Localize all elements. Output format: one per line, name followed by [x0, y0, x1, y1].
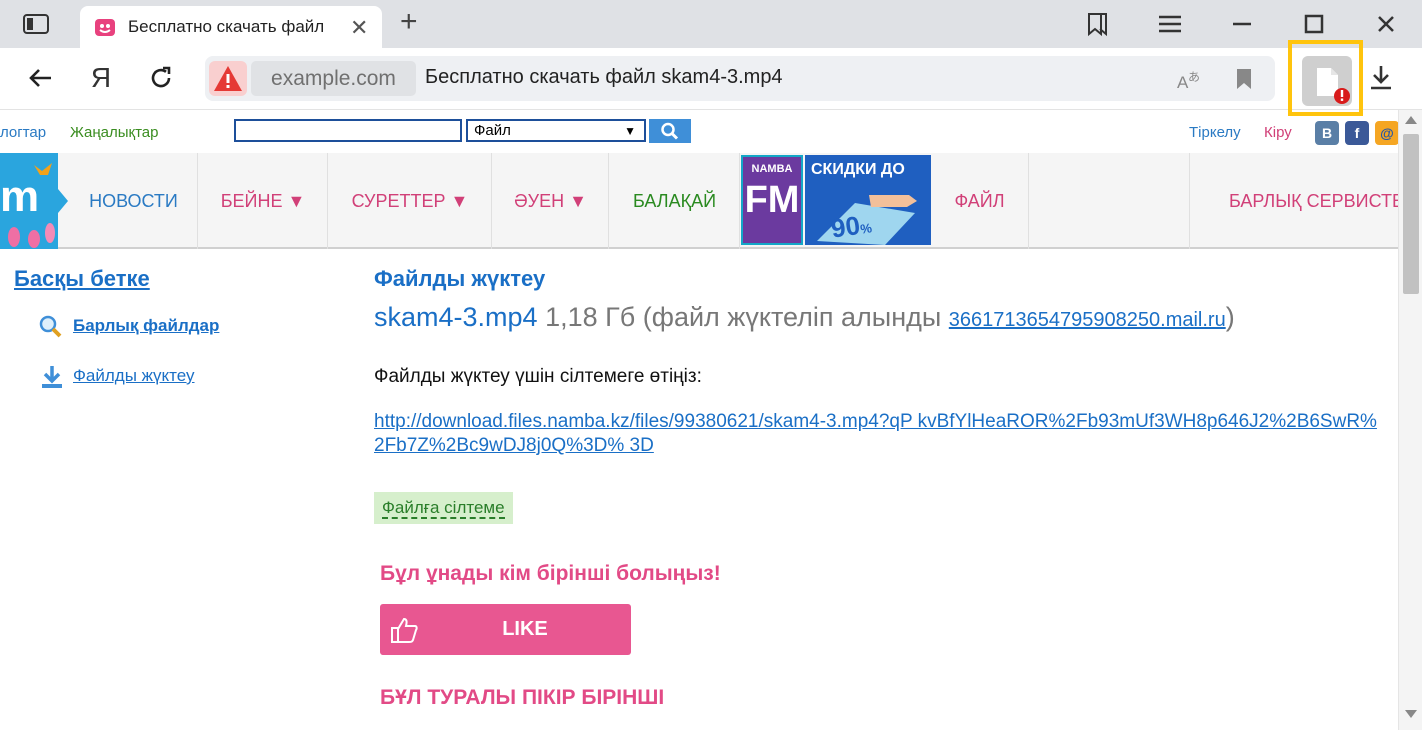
file-info-line: skam4-3.mp4 1,18 Гб (файл жүктеліп алынд…: [374, 302, 1235, 333]
bookmarks-icon[interactable]: [1084, 10, 1112, 38]
upload-file-link[interactable]: Файлды жүктеу: [73, 366, 195, 386]
site-favicon-icon: [94, 16, 116, 38]
svg-text:あ: あ: [1188, 70, 1200, 84]
all-files-link[interactable]: Барлық файлдар: [73, 316, 219, 336]
namba-fm-banner[interactable]: NAMBA FM: [741, 155, 803, 245]
fm-banner-big: FM: [744, 179, 800, 221]
minimize-icon[interactable]: [1228, 10, 1256, 38]
nav-spacer: [1030, 153, 1190, 249]
file-reference-button[interactable]: Файлға сілтеме: [374, 492, 513, 524]
fm-banner-top: NAMBA: [751, 163, 793, 175]
file-size: 1,18 Гб: [545, 302, 636, 332]
upload-heading: Файлды жүктеу: [374, 266, 546, 291]
site-search-button[interactable]: [649, 119, 691, 143]
nav-music[interactable]: ӘУЕН ▼: [493, 153, 609, 249]
tab-close-icon[interactable]: ✕: [350, 15, 368, 41]
new-tab-button[interactable]: +: [400, 7, 418, 37]
discount-banner-title: СКИДКИ ДО: [811, 161, 905, 178]
close-window-icon[interactable]: [1372, 10, 1400, 38]
downloads-icon[interactable]: [1366, 62, 1396, 92]
facebook-icon[interactable]: f: [1345, 121, 1369, 145]
discount-banner[interactable]: СКИДКИ ДО 90%: [805, 155, 931, 245]
closing-paren: ): [1225, 302, 1235, 332]
back-arrow-icon[interactable]: [26, 63, 56, 93]
like-button[interactable]: LIKE: [380, 604, 631, 655]
comment-prompt: БҰЛ ТУРАЛЫ ПІКІР БІРІНШІ: [380, 686, 665, 709]
top-link-blogs[interactable]: логтар: [0, 124, 46, 141]
scrollbar-thumb[interactable]: [1403, 134, 1419, 294]
domain-chip[interactable]: example.com: [251, 61, 416, 96]
uploaded-by-text: (файл жүктеліп алынды: [642, 302, 942, 332]
reload-icon[interactable]: [146, 63, 176, 93]
register-link[interactable]: Тіркелу: [1189, 124, 1241, 141]
file-name: skam4-3.mp4: [374, 302, 538, 332]
top-link-news[interactable]: Жаңалықтар: [70, 124, 158, 141]
download-instruction: Файлды жүктеу үшін сілтемеге өтіңіз:: [374, 366, 702, 387]
vk-icon[interactable]: B: [1315, 121, 1339, 145]
file-reference-label: Файлға сілтеме: [382, 498, 505, 519]
search-category-value: Файл: [474, 122, 511, 139]
active-tab[interactable]: Бесплатно скачать файл ✕: [80, 6, 382, 48]
site-nav-bar: m НОВОСТИ БЕЙНЕ ▼ СУРЕТТЕР ▼ ӘУЕН ▼ БАЛА…: [0, 153, 1398, 249]
nav-all-services[interactable]: БАРЛЫҚ СЕРВИСТЕР: [1191, 153, 1398, 249]
document-error-icon[interactable]: [1302, 56, 1352, 106]
yandex-home-button[interactable]: Я: [86, 63, 116, 93]
login-link[interactable]: Кіру: [1264, 124, 1292, 141]
download-arrow-icon: [40, 364, 64, 395]
magnifier-icon: [38, 314, 64, 345]
bookmark-icon[interactable]: [1231, 66, 1257, 92]
dropdown-arrow-icon: ▼: [624, 124, 636, 138]
like-label: LIKE: [502, 618, 548, 640]
mail-ru-icon[interactable]: @: [1375, 121, 1398, 145]
address-bar[interactable]: example.com Бесплатно скачать файл skam4…: [205, 56, 1275, 101]
uploader-link[interactable]: 3661713654795908250.mail.ru: [949, 309, 1226, 331]
scroll-up-icon[interactable]: [1405, 116, 1417, 124]
maximize-icon[interactable]: [1300, 10, 1328, 38]
download-link[interactable]: http://download.files.namba.kz/files/993…: [374, 410, 1386, 458]
sidebar-toggle-icon[interactable]: [22, 12, 50, 36]
namba-logo[interactable]: m: [0, 153, 58, 249]
home-link[interactable]: Басқы бетке: [14, 266, 150, 292]
web-page: логтар Жаңалықтар Файл ▼ Тіркелу Кіру B …: [0, 110, 1398, 730]
tab-title: Бесплатно скачать файл: [128, 17, 325, 36]
omnibox-page-title: Бесплатно скачать файл skam4-3.mp4: [425, 66, 783, 88]
like-prompt: Бұл ұнады кім бірінші болыңыз!: [380, 562, 721, 585]
page-scrollbar[interactable]: [1398, 110, 1422, 730]
svg-text:m: m: [0, 172, 39, 221]
nav-photos[interactable]: СУРЕТТЕР ▼: [329, 153, 492, 249]
discount-banner-value: 90%: [829, 209, 873, 244]
logo-arrow-icon: [58, 189, 68, 213]
nav-video[interactable]: БЕЙНЕ ▼: [199, 153, 328, 249]
site-top-bar: логтар Жаңалықтар Файл ▼ Тіркелу Кіру B …: [0, 110, 1398, 154]
search-category-select[interactable]: Файл ▼: [466, 119, 646, 142]
translate-icon[interactable]: Aあ: [1175, 66, 1201, 92]
browser-toolbar: Я example.com Бесплатно скачать файл ska…: [0, 48, 1422, 110]
menu-icon[interactable]: [1156, 10, 1184, 38]
security-warning-icon[interactable]: [209, 61, 247, 96]
scroll-down-icon[interactable]: [1405, 710, 1417, 718]
nav-news[interactable]: НОВОСТИ: [70, 153, 198, 249]
tab-strip: Бесплатно скачать файл ✕ +: [0, 0, 1422, 48]
site-search-input[interactable]: [234, 119, 462, 142]
nav-kids[interactable]: БАЛАҚАЙ: [610, 153, 740, 249]
nav-file[interactable]: ФАЙЛ: [931, 153, 1029, 249]
